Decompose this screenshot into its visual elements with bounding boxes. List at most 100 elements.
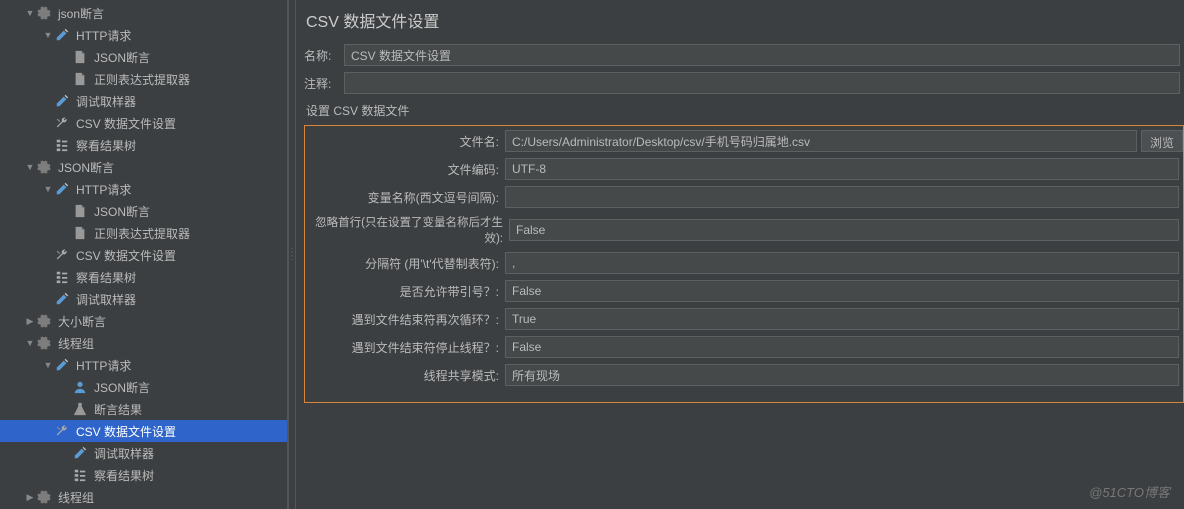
tree-item-label: JSON断言 — [92, 203, 150, 220]
chevron-right-icon[interactable]: ▶ — [24, 316, 36, 327]
settings-label: 线程共享模式: — [305, 367, 505, 384]
tree-item[interactable]: ▶JSON断言 — [0, 46, 287, 68]
gear-icon — [36, 5, 52, 21]
tree-item-label: CSV 数据文件设置 — [74, 247, 176, 264]
settings-row: 线程共享模式: — [305, 364, 1183, 386]
settings-row: 忽略首行(只在设置了变量名称后才生效): — [305, 214, 1183, 246]
tree-item[interactable]: ▼ json断言 — [0, 2, 287, 24]
settings-label: 忽略首行(只在设置了变量名称后才生效): — [305, 214, 509, 246]
settings-label: 文件名: — [305, 133, 505, 150]
name-input[interactable] — [344, 44, 1180, 66]
settings-input[interactable] — [505, 252, 1179, 274]
person-icon — [72, 379, 88, 395]
settings-input[interactable] — [505, 336, 1179, 358]
settings-input[interactable] — [505, 364, 1179, 386]
wrench-icon — [54, 423, 70, 439]
tree-item-label: 线程组 — [56, 335, 94, 352]
section-title: 设置 CSV 数据文件 — [306, 102, 1184, 119]
tree-item[interactable]: ▶调试取样器 — [0, 288, 287, 310]
tree-item[interactable]: ▼HTTP请求 — [0, 178, 287, 200]
tree-item[interactable]: ▶断言结果 — [0, 398, 287, 420]
doc-icon — [72, 71, 88, 87]
settings-row: 变量名称(西文逗号间隔): — [305, 186, 1183, 208]
tree-item[interactable]: ▶CSV 数据文件设置 — [0, 244, 287, 266]
tree-icon — [54, 269, 70, 285]
tree-item-label: HTTP请求 — [74, 27, 131, 44]
settings-input[interactable] — [505, 130, 1137, 152]
settings-label: 分隔符 (用'\t'代替制表符): — [305, 255, 505, 272]
tree-item-label: 断言结果 — [92, 401, 142, 418]
settings-input[interactable] — [505, 186, 1179, 208]
tree-item[interactable]: ▶调试取样器 — [0, 442, 287, 464]
tree-item-label: HTTP请求 — [74, 357, 131, 374]
chevron-down-icon[interactable]: ▼ — [42, 30, 54, 40]
tree-item-label: CSV 数据文件设置 — [74, 115, 176, 132]
tree-item[interactable]: ▼ HTTP请求 — [0, 24, 287, 46]
wrench-icon — [54, 247, 70, 263]
settings-label: 文件编码: — [305, 161, 505, 178]
tree-item[interactable]: ▶大小断言 — [0, 310, 287, 332]
pen-icon — [72, 445, 88, 461]
csv-settings-box: 文件名: 浏览文件编码: 变量名称(西文逗号间隔): 忽略首行(只在设置了变量名称后才… — [304, 125, 1184, 403]
settings-input[interactable] — [505, 158, 1179, 180]
gear-icon — [36, 159, 52, 175]
tree-item-label: 调试取样器 — [74, 291, 136, 308]
tree-item[interactable]: ▶察看结果树 — [0, 464, 287, 486]
beaker-icon — [72, 401, 88, 417]
pen-icon — [54, 291, 70, 307]
tree-item[interactable]: ▶调试取样器 — [0, 90, 287, 112]
settings-row: 分隔符 (用'\t'代替制表符): — [305, 252, 1183, 274]
settings-row: 文件编码: — [305, 158, 1183, 180]
pen-icon — [54, 27, 70, 43]
comment-input[interactable] — [344, 72, 1180, 94]
tree-item[interactable]: ▶察看结果树 — [0, 266, 287, 288]
tree-item[interactable]: ▶CSV 数据文件设置 — [0, 112, 287, 134]
main-panel: CSV 数据文件设置 名称: 注释: 设置 CSV 数据文件 文件名:浏览文件编… — [296, 0, 1184, 509]
tree-item[interactable]: ▶正则表达式提取器 — [0, 68, 287, 90]
tree-item-label: 线程组 — [56, 489, 94, 506]
settings-input[interactable] — [509, 219, 1179, 241]
tree-item-label: CSV 数据文件设置 — [74, 423, 176, 440]
tree-item-label: JSON断言 — [92, 379, 150, 396]
splitter[interactable]: ⋮⋮ — [288, 0, 296, 509]
chevron-down-icon[interactable]: ▼ — [42, 184, 54, 194]
pen-icon — [54, 93, 70, 109]
watermark: @51CTO博客 — [1089, 482, 1170, 501]
tree-item-label: 察看结果树 — [74, 137, 136, 154]
settings-label: 变量名称(西文逗号间隔): — [305, 189, 505, 206]
settings-row: 是否允许带引号？: — [305, 280, 1183, 302]
settings-input[interactable] — [505, 308, 1179, 330]
gear-icon — [36, 335, 52, 351]
tree-item[interactable]: ▶CSV 数据文件设置 — [0, 420, 287, 442]
tree-icon — [72, 467, 88, 483]
pen-icon — [54, 357, 70, 373]
doc-icon — [72, 225, 88, 241]
doc-icon — [72, 203, 88, 219]
tree-item[interactable]: ▶JSON断言 — [0, 200, 287, 222]
tree-panel[interactable]: ▼json断言▼HTTP请求▶JSON断言▶正则表达式提取器▶调试取样器▶CSV… — [0, 0, 288, 509]
name-label: 名称: — [304, 47, 344, 64]
browse-button[interactable]: 浏览 — [1141, 130, 1183, 152]
chevron-right-icon[interactable]: ▶ — [24, 492, 36, 503]
tree-item[interactable]: ▶ 线程组 — [0, 486, 287, 508]
settings-label: 遇到文件结束符停止线程？: — [305, 339, 505, 356]
chevron-down-icon[interactable]: ▼ — [24, 8, 36, 18]
tree-item[interactable]: ▼ 线程组 — [0, 332, 287, 354]
tree-item-label: JSON断言 — [92, 49, 150, 66]
comment-label: 注释: — [304, 75, 344, 92]
tree-item-label: json断言 — [56, 5, 104, 22]
tree-item[interactable]: ▶察看结果树 — [0, 134, 287, 156]
tree-item-label: 调试取样器 — [92, 445, 154, 462]
tree-item[interactable]: ▼ HTTP请求 — [0, 354, 287, 376]
tree-item[interactable]: ▶JSON断言 — [0, 376, 287, 398]
tree-item[interactable]: ▼JSON断言 — [0, 156, 287, 178]
settings-row: 文件名: 浏览 — [305, 130, 1183, 152]
settings-input[interactable] — [505, 280, 1179, 302]
chevron-down-icon[interactable]: ▼ — [42, 360, 54, 370]
tree-item[interactable]: ▶正则表达式提取器 — [0, 222, 287, 244]
chevron-down-icon[interactable]: ▼ — [24, 338, 36, 348]
gear-icon — [36, 489, 52, 505]
chevron-down-icon[interactable]: ▼ — [24, 162, 36, 172]
gear-icon — [36, 313, 52, 329]
tree-item-label: 正则表达式提取器 — [92, 71, 190, 88]
